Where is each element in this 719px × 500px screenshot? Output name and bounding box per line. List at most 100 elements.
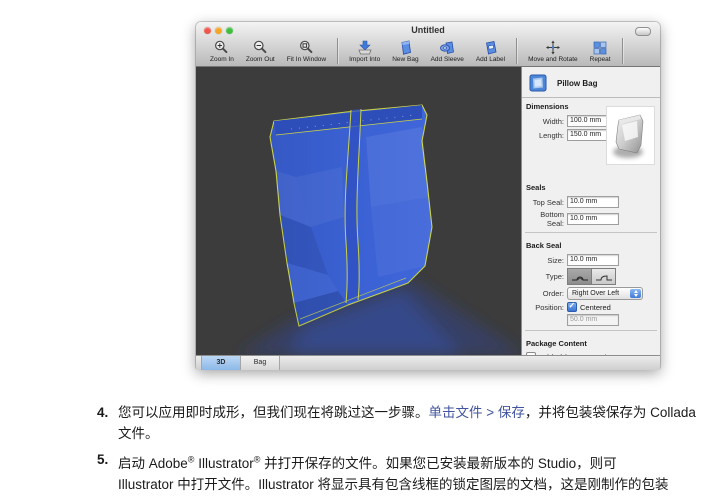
- instruction-list: 4. 您可以应用即时成形，但我们现在将跳过这一步骤。单击文件 > 保存，并将包装…: [97, 402, 696, 500]
- divider: [525, 232, 657, 233]
- panel-title: Pillow Bag: [557, 79, 597, 88]
- position-offset-input: 50.0 mm: [567, 314, 619, 326]
- title-bar[interactable]: Untitled: [196, 22, 660, 37]
- toolbar-separator: [622, 38, 623, 64]
- width-label: Width:: [522, 117, 564, 126]
- manual-page: { "window": { "title": "Untitled", "tool…: [0, 0, 719, 479]
- text-line: 启动 Adobe® Illustrator® 并打开保存的文件。如果您已安装最新…: [118, 456, 617, 471]
- position-offset-row: 50.0 mm: [522, 314, 660, 326]
- bag-preview-thumbnail: [606, 106, 655, 165]
- add-object-row: Add object Size:: [522, 352, 660, 355]
- add-object-checkbox[interactable]: [526, 352, 536, 355]
- minimize-button[interactable]: [215, 27, 222, 34]
- top-seal-label: Top Seal:: [522, 198, 564, 207]
- seals-heading: Seals: [522, 179, 660, 194]
- toolbar-item-label: Repeat: [590, 56, 611, 63]
- panel-header: Pillow Bag: [522, 67, 660, 98]
- order-dropdown[interactable]: Right Over Left: [567, 287, 643, 300]
- pillow-bag-3d-render: [196, 67, 521, 355]
- seal-type-lap-button[interactable]: [592, 268, 616, 285]
- fit-in-window-button[interactable]: Fit In Window: [287, 40, 326, 63]
- top-seal-row: Top Seal: 10.0 mm: [522, 196, 660, 208]
- tab-bag[interactable]: Bag: [241, 356, 280, 370]
- toolbar-item-label: Add Label: [476, 56, 505, 63]
- add-object-label: Add object: [539, 353, 578, 356]
- window-title: Untitled: [196, 22, 660, 38]
- back-seal-position-row: Position: Centered: [522, 302, 660, 312]
- fit-in-window-icon: [299, 40, 314, 55]
- content-size-label: Size:: [600, 353, 617, 356]
- close-button[interactable]: [204, 27, 211, 34]
- position-label: Position:: [522, 303, 564, 312]
- toolbar-item-label: Zoom In: [210, 56, 234, 63]
- top-seal-input[interactable]: 10.0 mm: [567, 196, 619, 208]
- move-and-rotate-button[interactable]: Move and Rotate: [528, 40, 578, 63]
- add-sleeve-button[interactable]: Add Sleeve: [431, 40, 464, 63]
- back-seal-size-input[interactable]: 10.0 mm: [567, 254, 619, 266]
- toolbar-separator: [516, 38, 517, 64]
- text-segment: Illustrator: [194, 456, 253, 471]
- zoom-out-button[interactable]: Zoom Out: [246, 40, 275, 63]
- repeat-button[interactable]: Repeat: [590, 40, 611, 63]
- new-bag-icon: [398, 40, 413, 55]
- window-chrome: Untitled Zoom In Zoom Out Fit In: [196, 22, 660, 67]
- toolbar-toggle-pill[interactable]: [635, 27, 651, 36]
- list-item-text: 启动 Adobe® Illustrator® 并打开保存的文件。如果您已安装最新…: [118, 449, 669, 495]
- toolbar-item-label: Import Into: [349, 56, 380, 63]
- text-line: 您可以应用即时成形，但我们现在将跳过这一步骤。单击文件 > 保存，并将包装袋保存…: [118, 405, 696, 420]
- length-label: Length:: [522, 131, 564, 140]
- traffic-lights: [204, 27, 233, 34]
- back-seal-order-row: Order: Right Over Left: [522, 287, 660, 300]
- size-label: Size:: [522, 256, 564, 265]
- type-label: Type:: [522, 272, 564, 281]
- list-item-4: 4. 您可以应用即时成形，但我们现在将跳过这一步骤。单击文件 > 保存，并将包装…: [97, 402, 696, 444]
- text-line: Illustrator 中打开文件。Illustrator 将显示具有包含线框的…: [118, 474, 669, 495]
- window-content: Pillow Bag Dimensions Width: 100.0 mm Le…: [196, 67, 660, 355]
- back-seal-type-row: Type:: [522, 268, 660, 285]
- text-segment: 并打开保存的文件。如果您已安装最新版本的 Studio，则可: [260, 456, 616, 471]
- order-label: Order:: [522, 289, 564, 298]
- toolbar: Zoom In Zoom Out Fit In Window Impor: [196, 37, 660, 65]
- 3d-viewport[interactable]: [196, 67, 521, 355]
- back-seal-heading: Back Seal: [522, 237, 660, 252]
- toolbar-separator: [337, 38, 338, 64]
- toolbar-item-label: Move and Rotate: [528, 56, 578, 63]
- package-content-heading: Package Content: [522, 335, 660, 350]
- list-item-5: 5. 启动 Adobe® Illustrator® 并打开保存的文件。如果您已安…: [97, 449, 696, 495]
- import-into-icon: [357, 40, 373, 55]
- text-segment: 启动 Adobe: [118, 456, 188, 471]
- back-seal-size-row: Size: 10.0 mm: [522, 254, 660, 266]
- seal-type-fin-button[interactable]: [567, 268, 592, 285]
- centered-checkbox[interactable]: [567, 302, 577, 312]
- add-label-icon: [483, 40, 498, 55]
- app-window: Untitled Zoom In Zoom Out Fit In: [196, 22, 660, 369]
- fin-seal-icon: [571, 272, 589, 282]
- toolbar-item-label: Add Sleeve: [431, 56, 464, 63]
- zoom-in-icon: [214, 40, 229, 55]
- parameters-panel: Pillow Bag Dimensions Width: 100.0 mm Le…: [521, 67, 660, 355]
- zoom-in-button[interactable]: Zoom In: [210, 40, 234, 63]
- bottom-seal-input[interactable]: 10.0 mm: [567, 213, 619, 225]
- bottom-seal-label: Bottom Seal:: [522, 210, 564, 228]
- seal-type-segmented-control: [567, 268, 616, 285]
- list-number: 5.: [97, 449, 118, 495]
- text-line: 文件。: [118, 423, 696, 444]
- import-into-button[interactable]: Import Into: [349, 40, 380, 63]
- list-number: 4.: [97, 402, 118, 444]
- move-and-rotate-icon: [545, 40, 561, 55]
- bottom-seal-row: Bottom Seal: 10.0 mm: [522, 210, 660, 228]
- lap-seal-icon: [595, 272, 613, 282]
- tab-3d[interactable]: 3D: [201, 356, 241, 370]
- zoom-out-icon: [253, 40, 268, 55]
- view-tab-bar: 3D Bag: [196, 355, 660, 370]
- dropdown-stepper-icon: [630, 289, 641, 298]
- add-sleeve-icon: [439, 40, 455, 55]
- text-segment: 您可以应用即时成形，但我们现在将跳过这一步骤。: [118, 405, 429, 420]
- new-bag-button[interactable]: New Bag: [392, 40, 418, 63]
- centered-checkbox-label: Centered: [580, 303, 611, 312]
- pillow-bag-icon: [529, 74, 547, 92]
- add-label-button[interactable]: Add Label: [476, 40, 505, 63]
- order-dropdown-value: Right Over Left: [572, 290, 619, 297]
- zoom-button[interactable]: [226, 27, 233, 34]
- repeat-icon: [593, 40, 607, 55]
